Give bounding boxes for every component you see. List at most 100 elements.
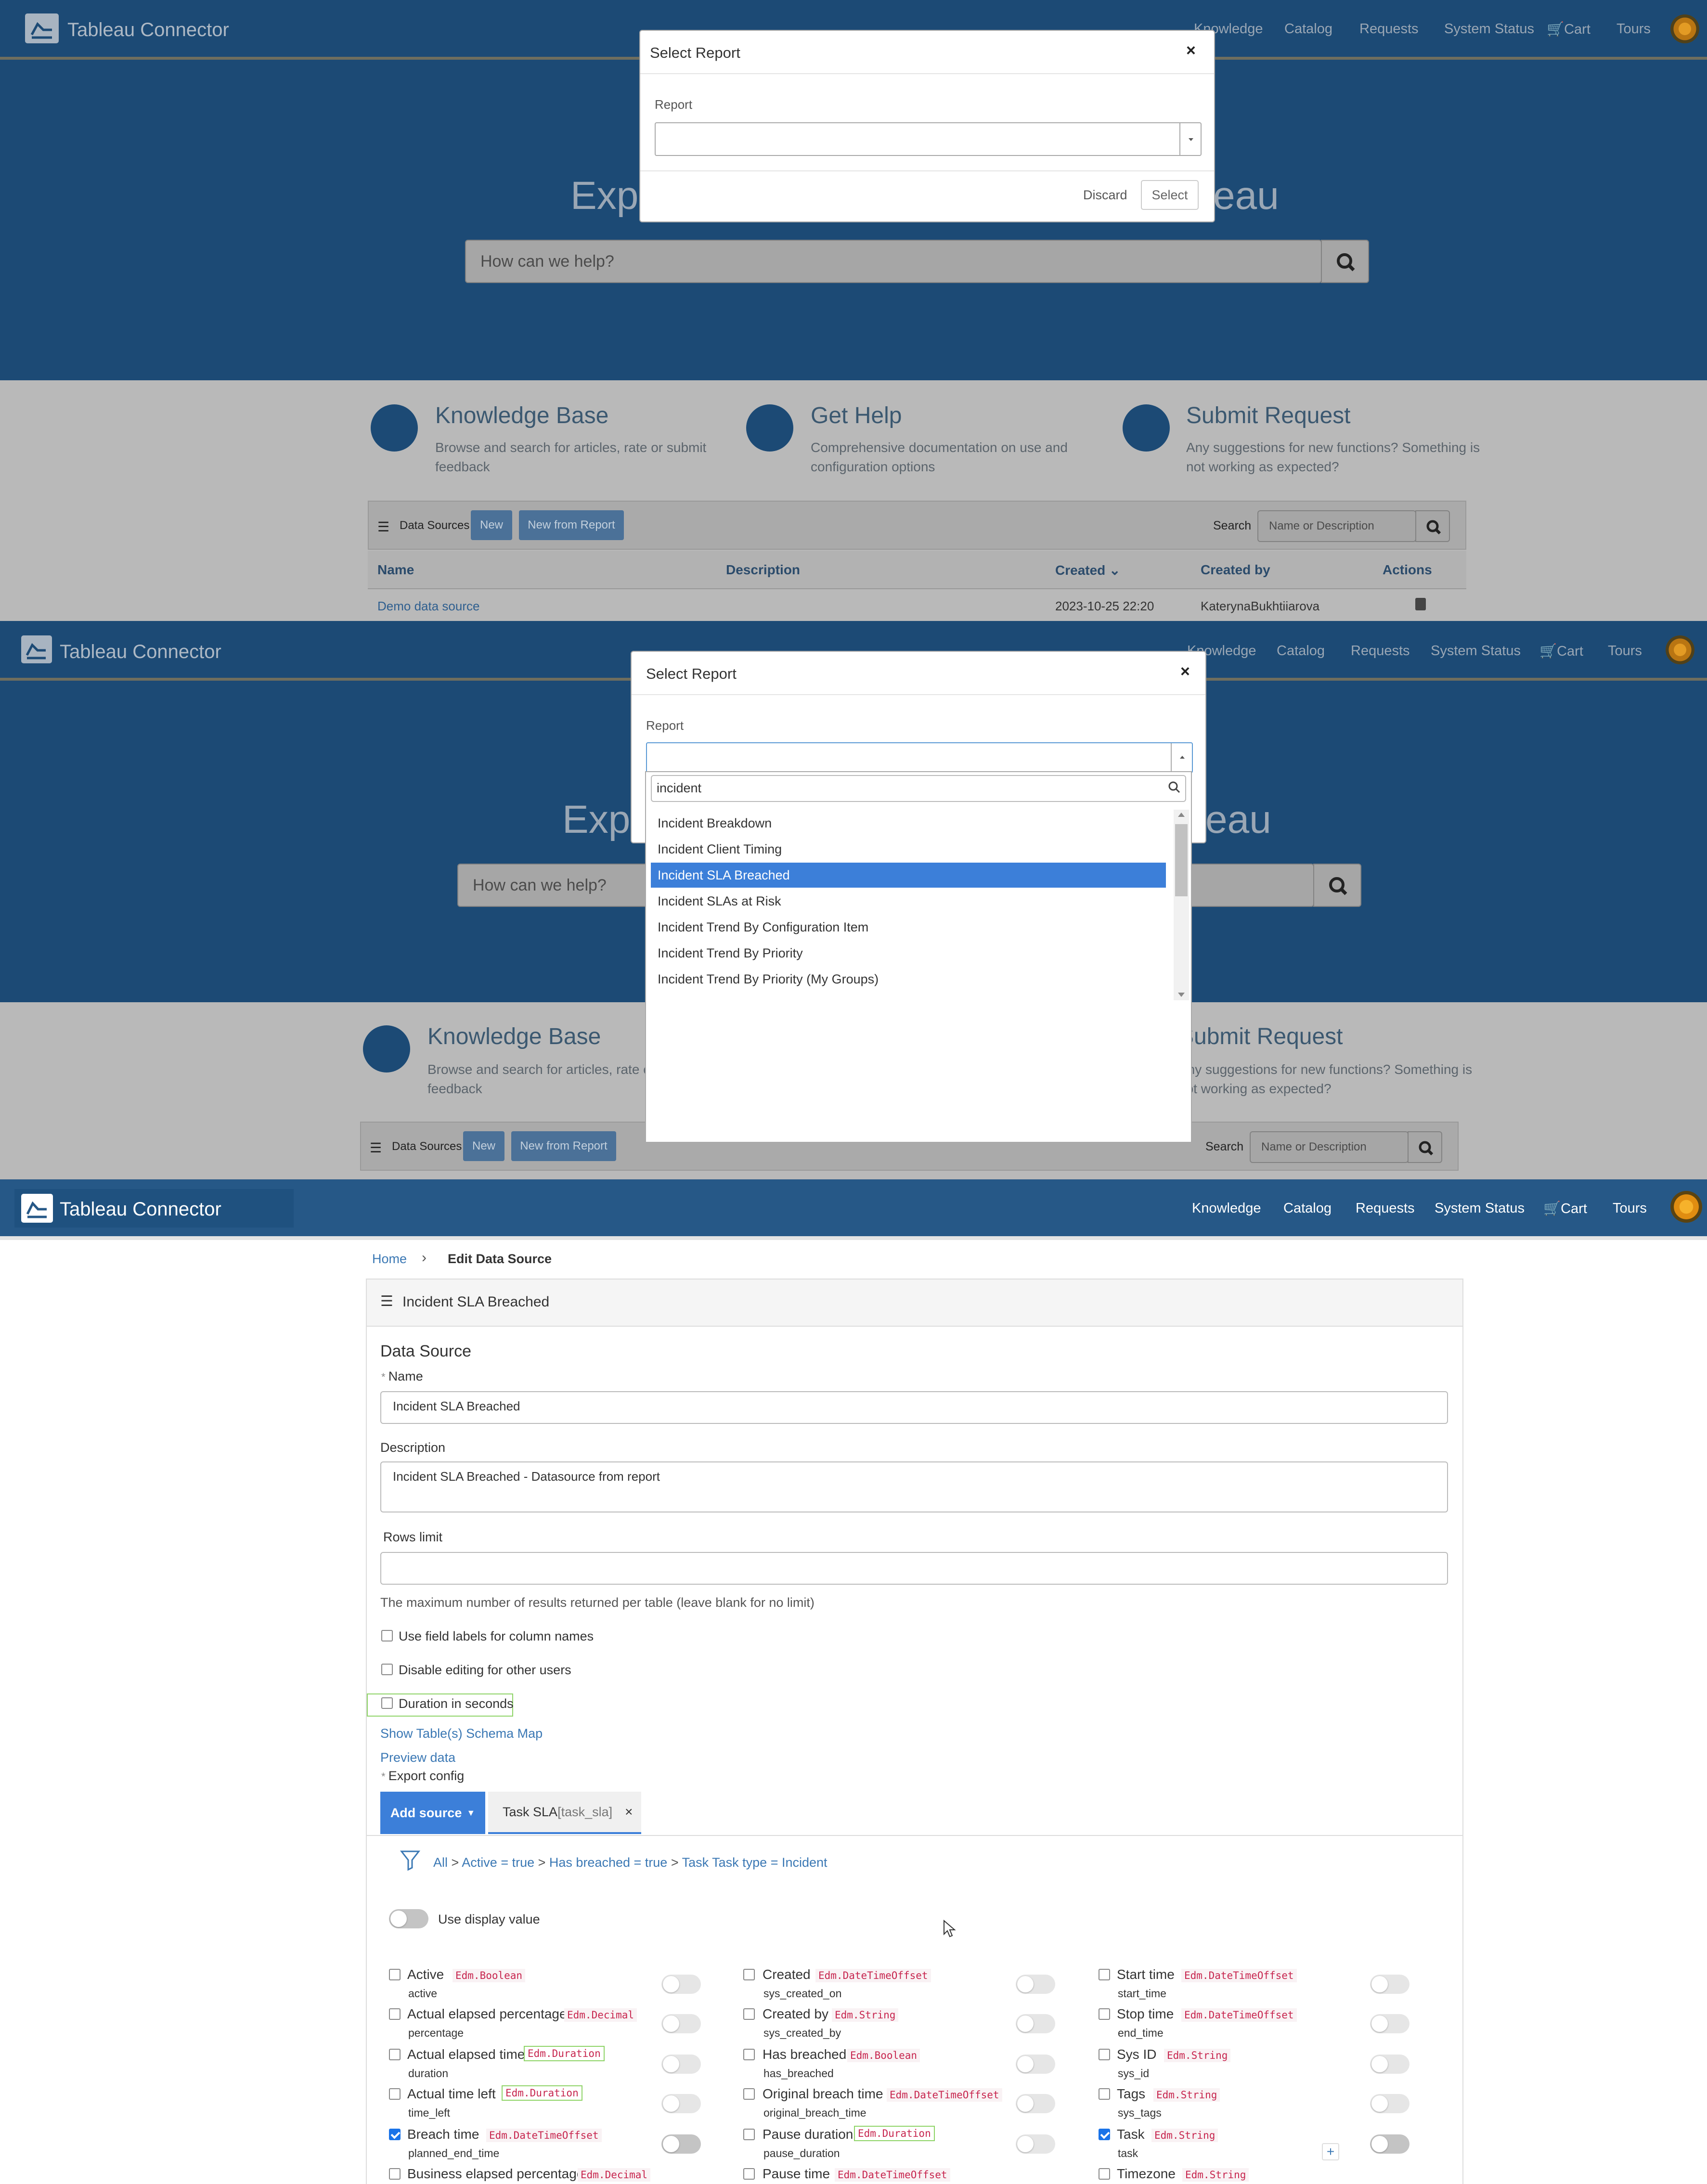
nav-cart[interactable]: 🛒Cart (1539, 643, 1583, 659)
card-knowledge-title[interactable]: Knowledge Base (435, 402, 608, 429)
field-checkbox-tags[interactable] (1099, 2088, 1110, 2100)
scroll-up-arrow-icon[interactable] (1178, 813, 1185, 817)
datasources-search-input[interactable]: Name or Description (1250, 1131, 1409, 1163)
breadcrumb-home[interactable]: Home (372, 1252, 407, 1266)
row-name[interactable]: Demo data source (377, 599, 479, 614)
field-toggle[interactable] (1016, 2055, 1055, 2074)
avatar[interactable] (1666, 635, 1694, 664)
hero-search-input[interactable]: How can we help? (465, 240, 1322, 283)
dropdown-scrollbar[interactable] (1174, 810, 1189, 1000)
discard-button[interactable]: Discard (1083, 188, 1127, 203)
avatar[interactable] (1670, 1191, 1702, 1223)
nav-system-status[interactable]: System Status (1444, 21, 1534, 37)
use-display-value-toggle[interactable] (389, 1909, 428, 1928)
list-item[interactable]: Incident Client Timing (651, 837, 1166, 862)
avatar[interactable] (1670, 14, 1699, 43)
field-toggle[interactable] (1370, 2094, 1410, 2113)
card-knowledge-title[interactable]: Knowledge Base (427, 1023, 601, 1050)
nav-requests[interactable]: Requests (1359, 21, 1419, 37)
field-checkbox-created-by[interactable] (743, 2008, 755, 2020)
description-textarea[interactable]: Incident SLA Breached - Datasource from … (380, 1461, 1448, 1512)
hamburger-icon[interactable]: ☰ (370, 1140, 382, 1156)
card-gethelp-title[interactable]: Get Help (811, 402, 902, 429)
col-name[interactable]: Name (377, 562, 414, 578)
field-toggle[interactable] (661, 2055, 701, 2074)
new-button[interactable]: New (471, 510, 512, 540)
filter-condition-3[interactable]: Task Task type = Incident (682, 1855, 828, 1870)
expand-plus-button[interactable]: + (1322, 2143, 1339, 2160)
field-checkbox-has-breached[interactable] (743, 2049, 755, 2060)
col-created-by[interactable]: Created by (1201, 562, 1270, 578)
col-created[interactable]: Created ⌄ (1055, 562, 1121, 578)
brand-name[interactable]: Tableau Connector (60, 1199, 221, 1220)
name-input[interactable]: Incident SLA Breached (380, 1391, 1448, 1424)
dropdown-search-input[interactable]: incident (651, 775, 1186, 802)
datasources-search-input[interactable]: Name or Description (1257, 510, 1416, 542)
nav-tours[interactable]: Tours (1608, 643, 1642, 659)
nav-system-status[interactable]: System Status (1431, 643, 1521, 659)
field-toggle[interactable] (661, 2094, 701, 2113)
field-checkbox-active[interactable] (389, 1969, 401, 1980)
report-select[interactable] (646, 742, 1193, 773)
field-checkbox-created[interactable] (743, 1969, 755, 1980)
list-item[interactable]: Incident SLAs at Risk (651, 889, 1166, 914)
scroll-down-arrow-icon[interactable] (1178, 993, 1185, 997)
field-toggle[interactable] (1370, 1975, 1410, 1994)
hamburger-icon[interactable]: ☰ (377, 519, 389, 535)
close-icon[interactable]: × (1186, 41, 1196, 60)
use-field-labels-checkbox[interactable] (381, 1630, 393, 1641)
datasources-search-button[interactable] (1408, 1131, 1442, 1163)
duration-seconds-label[interactable]: Duration in seconds (399, 1696, 514, 1711)
report-select[interactable] (655, 122, 1202, 156)
nav-tours[interactable]: Tours (1613, 1201, 1647, 1216)
field-toggle[interactable] (1016, 2134, 1055, 2154)
field-toggle[interactable] (1370, 2014, 1410, 2033)
duration-seconds-checkbox[interactable] (381, 1697, 393, 1709)
list-item-selected[interactable]: Incident SLA Breached (651, 863, 1166, 888)
brand-name[interactable]: Tableau Connector (67, 19, 229, 41)
field-checkbox-percentage[interactable] (389, 2008, 401, 2020)
field-checkbox-task[interactable] (1099, 2129, 1110, 2140)
field-checkbox-sys-id[interactable] (1099, 2049, 1110, 2060)
list-item[interactable]: Incident Trend By Priority (651, 941, 1166, 966)
field-toggle[interactable] (661, 2014, 701, 2033)
field-checkbox-business-percentage[interactable] (389, 2168, 401, 2180)
filter-icon[interactable] (400, 1848, 421, 1874)
field-toggle[interactable] (1016, 2014, 1055, 2033)
card-submit-title[interactable]: Submit Request (1178, 1023, 1343, 1050)
datasources-search-button[interactable] (1415, 510, 1450, 542)
hero-search-button[interactable] (1321, 240, 1369, 283)
field-toggle[interactable] (1016, 1975, 1055, 1994)
col-description[interactable]: Description (726, 562, 800, 578)
field-checkbox-breach-time[interactable] (389, 2129, 401, 2140)
new-from-report-button[interactable]: New from Report (519, 510, 624, 540)
field-checkbox-time-left[interactable] (389, 2088, 401, 2100)
nav-requests[interactable]: Requests (1351, 643, 1410, 659)
chevron-down-icon[interactable] (1179, 123, 1201, 155)
field-toggle[interactable] (1370, 2134, 1410, 2154)
filter-condition-2[interactable]: Has breached = true (549, 1855, 667, 1870)
nav-system-status[interactable]: System Status (1435, 1201, 1525, 1216)
preview-data-link[interactable]: Preview data (380, 1750, 455, 1765)
schema-map-link[interactable]: Show Table(s) Schema Map (380, 1726, 543, 1741)
new-button[interactable]: New (463, 1131, 504, 1161)
brand-name[interactable]: Tableau Connector (60, 641, 221, 663)
list-item[interactable]: Incident Breakdown (651, 811, 1166, 836)
add-source-button[interactable]: Add source ▼ (380, 1792, 485, 1834)
close-icon[interactable]: × (1180, 662, 1190, 681)
nav-tours[interactable]: Tours (1616, 21, 1651, 37)
field-checkbox-start-time[interactable] (1099, 1969, 1110, 1980)
field-checkbox-timezone[interactable] (1099, 2168, 1110, 2180)
field-toggle[interactable] (661, 2134, 701, 2154)
select-button[interactable]: Select (1141, 180, 1199, 210)
filter-condition-1[interactable]: Active = true (462, 1855, 534, 1870)
disable-editing-label[interactable]: Disable editing for other users (399, 1663, 571, 1678)
nav-catalog[interactable]: Catalog (1283, 1201, 1332, 1216)
chevron-up-icon[interactable] (1171, 743, 1192, 772)
use-field-labels-label[interactable]: Use field labels for column names (399, 1629, 594, 1644)
field-checkbox-pause-duration[interactable] (743, 2129, 755, 2140)
tab-close-icon[interactable]: × (625, 1804, 633, 1820)
field-toggle[interactable] (1370, 2055, 1410, 2074)
field-checkbox-pause-time[interactable] (743, 2168, 755, 2180)
filter-all[interactable]: All (433, 1855, 448, 1870)
